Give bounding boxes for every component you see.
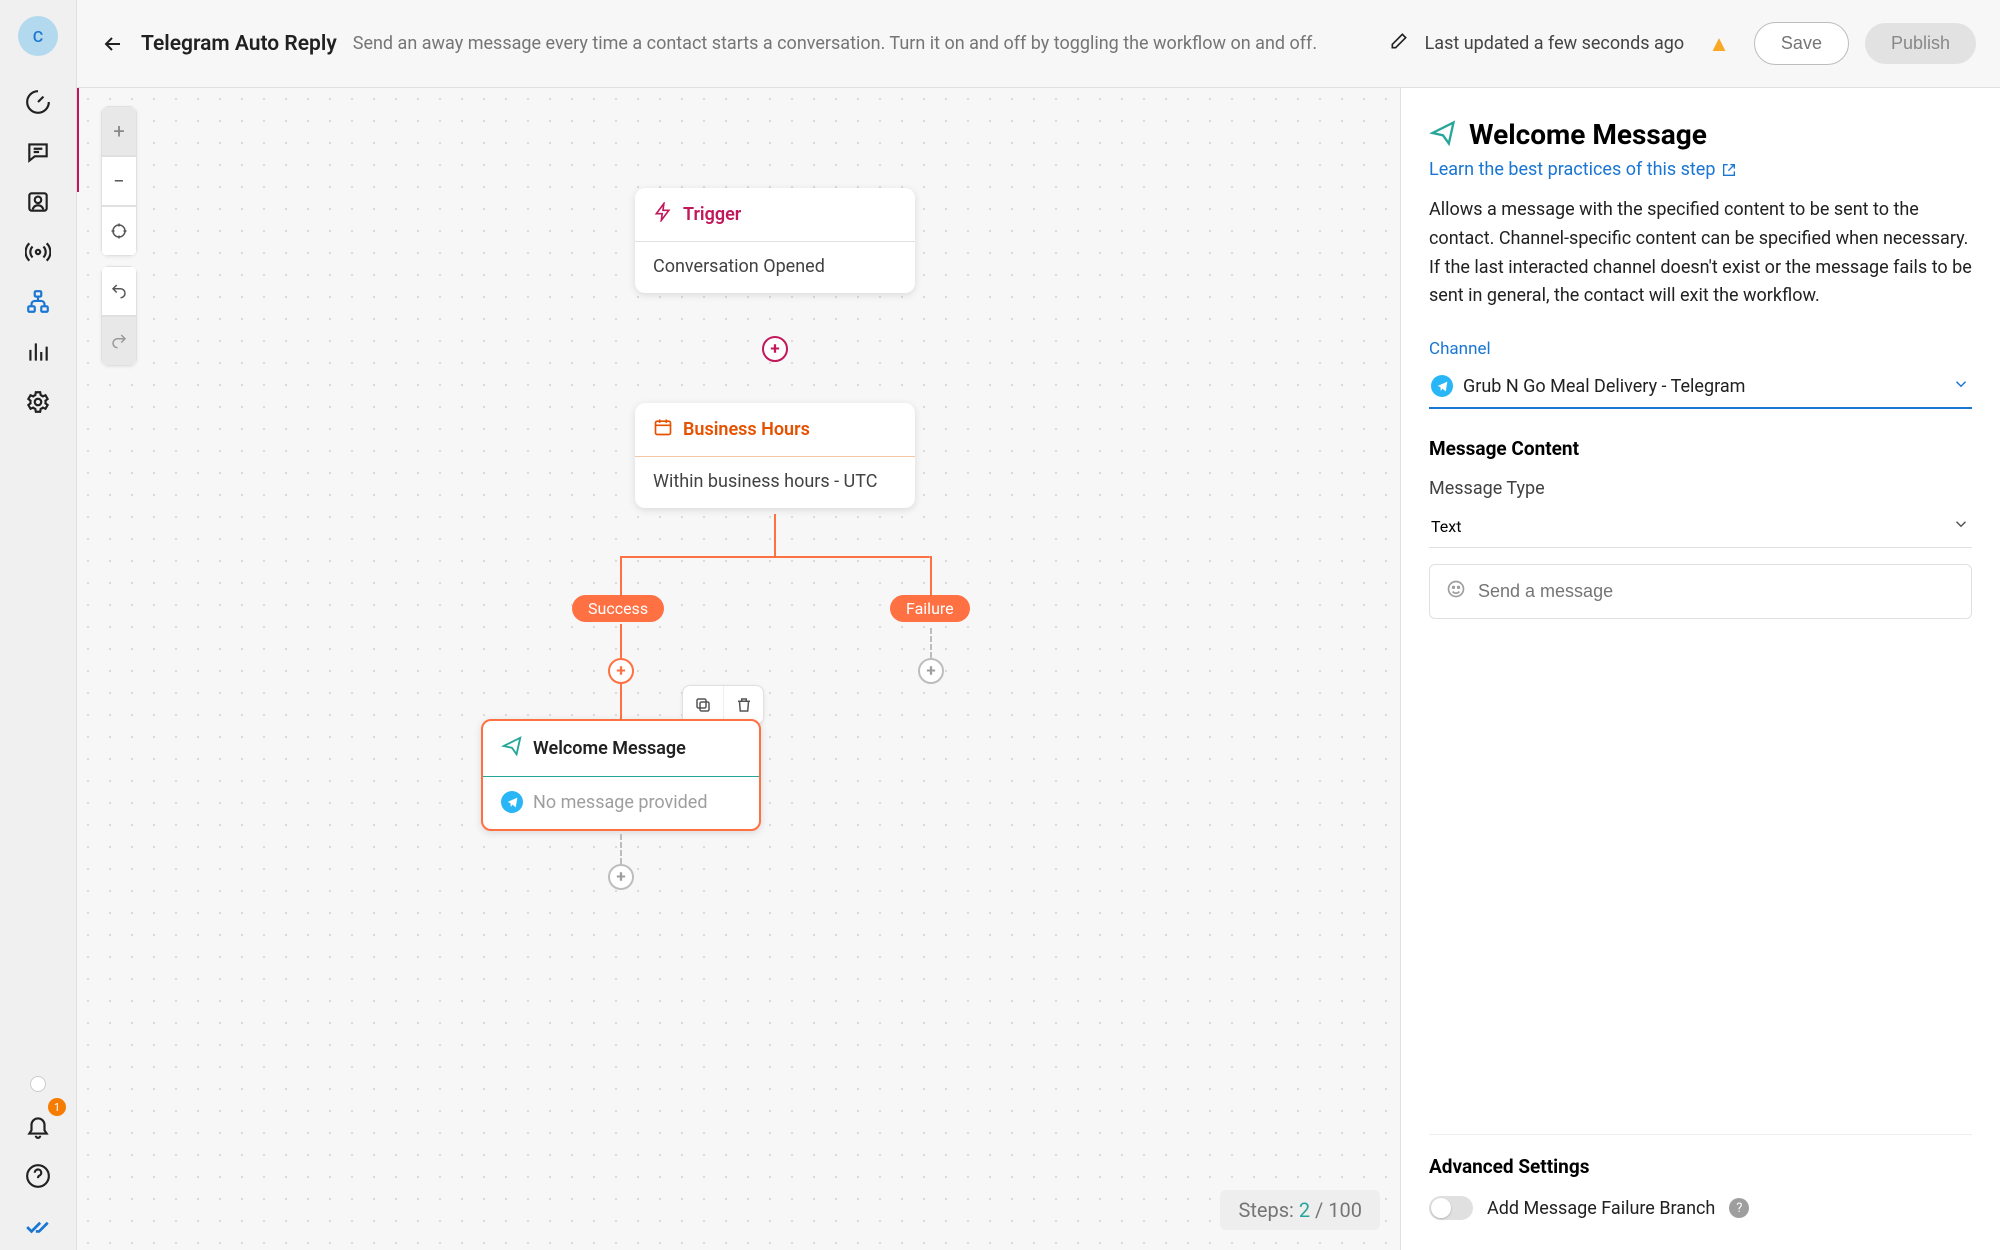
workflow-description: Send an away message every time a contac…: [353, 33, 1317, 54]
message-input-wrap: [1429, 564, 1972, 619]
double-check-icon[interactable]: [14, 1202, 62, 1250]
fit-view-button[interactable]: [101, 206, 137, 256]
back-button[interactable]: [101, 32, 125, 56]
failure-branch-label: Add Message Failure Branch: [1487, 1198, 1715, 1219]
workflow-canvas[interactable]: + − Trigger Conversation Opened: [77, 88, 1400, 1250]
trigger-node[interactable]: Trigger Conversation Opened: [635, 188, 915, 293]
connector: [774, 514, 776, 556]
publish-button[interactable]: Publish: [1865, 23, 1976, 64]
canvas-controls: + −: [101, 106, 137, 376]
panel-title: Welcome Message: [1469, 118, 1707, 151]
welcome-title: Welcome Message: [533, 738, 686, 759]
message-type-label: Message Type: [1429, 478, 1972, 499]
status-indicator[interactable]: [30, 1076, 46, 1092]
workflow-title: Telegram Auto Reply: [141, 32, 337, 56]
edit-icon[interactable]: [1389, 31, 1409, 56]
channel-select[interactable]: Grub N Go Meal Delivery - Telegram: [1429, 367, 1972, 409]
warning-icon: ▲: [1708, 31, 1730, 57]
send-icon: [501, 735, 523, 762]
hours-body: Within business hours - UTC: [635, 457, 915, 508]
workflows-icon[interactable]: [14, 278, 62, 326]
calendar-icon: [653, 417, 673, 442]
trigger-body: Conversation Opened: [635, 242, 915, 293]
welcome-message-node[interactable]: Welcome Message No message provided: [481, 719, 761, 831]
connector: [620, 834, 622, 864]
failure-branch-toggle[interactable]: [1429, 1196, 1473, 1220]
advanced-settings-title: Advanced Settings: [1429, 1155, 1972, 1178]
page-header: Telegram Auto Reply Send an away message…: [77, 0, 2000, 88]
emoji-icon[interactable]: [1446, 579, 1466, 604]
trigger-title: Trigger: [683, 204, 741, 225]
add-step-button[interactable]: +: [762, 336, 788, 362]
send-icon: [1429, 119, 1457, 151]
add-success-step-button[interactable]: +: [608, 658, 634, 684]
broadcast-icon[interactable]: [14, 228, 62, 276]
zoom-out-button[interactable]: −: [101, 156, 137, 206]
avatar[interactable]: C: [18, 16, 58, 56]
trigger-icon: [653, 202, 673, 227]
message-type-value: Text: [1431, 517, 1461, 536]
add-failure-step-button[interactable]: +: [918, 658, 944, 684]
steps-counter: Steps: 2 / 100: [1220, 1190, 1380, 1230]
hours-title: Business Hours: [683, 419, 810, 440]
chevron-down-icon: [1952, 375, 1970, 397]
help-icon[interactable]: [14, 1152, 62, 1200]
message-input[interactable]: [1478, 581, 1955, 602]
notifications-icon[interactable]: 1: [14, 1102, 62, 1150]
settings-icon[interactable]: [14, 378, 62, 426]
connector: [77, 88, 79, 192]
step-config-panel: Welcome Message Learn the best practices…: [1400, 88, 2000, 1250]
panel-description: Allows a message with the specified cont…: [1429, 196, 1972, 311]
telegram-icon: [501, 791, 523, 813]
app-sidebar: C 1: [0, 0, 77, 1250]
chevron-down-icon: [1952, 515, 1970, 537]
branch-failure-label: Failure: [890, 595, 970, 622]
save-button[interactable]: Save: [1754, 22, 1849, 65]
message-content-title: Message Content: [1429, 437, 1972, 460]
messages-icon[interactable]: [14, 128, 62, 176]
redo-button[interactable]: [101, 316, 137, 366]
learn-more-link[interactable]: Learn the best practices of this step: [1429, 159, 1972, 180]
add-next-step-button[interactable]: +: [608, 864, 634, 890]
dashboard-icon[interactable]: [14, 78, 62, 126]
message-type-select[interactable]: Text: [1429, 507, 1972, 548]
business-hours-node[interactable]: Business Hours Within business hours - U…: [635, 403, 915, 508]
undo-button[interactable]: [101, 266, 137, 316]
telegram-icon: [1431, 375, 1453, 397]
zoom-in-button[interactable]: +: [101, 106, 137, 156]
last-updated-text: Last updated a few seconds ago: [1425, 33, 1685, 54]
channel-value: Grub N Go Meal Delivery - Telegram: [1463, 376, 1942, 397]
notifications-badge: 1: [48, 1098, 66, 1116]
channel-label: Channel: [1429, 339, 1972, 359]
connector: [620, 556, 930, 558]
help-tooltip-icon[interactable]: ?: [1729, 1198, 1749, 1218]
reports-icon[interactable]: [14, 328, 62, 376]
welcome-body: No message provided: [533, 792, 708, 813]
connector: [930, 628, 932, 658]
branch-success-label: Success: [572, 595, 664, 622]
contacts-icon[interactable]: [14, 178, 62, 226]
